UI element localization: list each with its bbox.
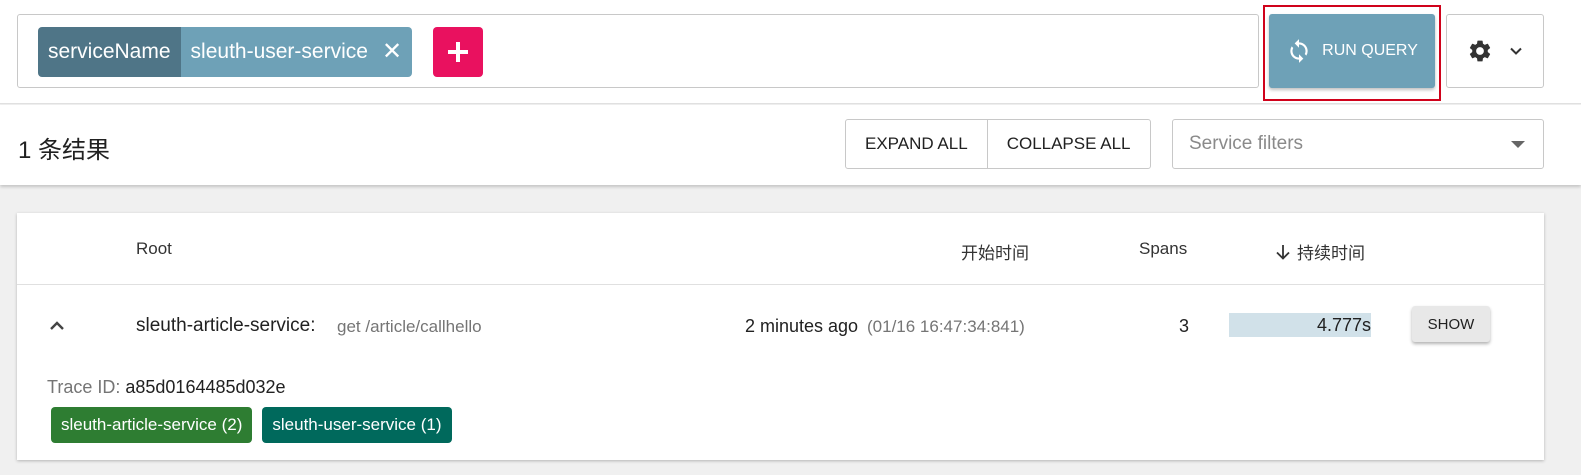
criteria-chip[interactable]: serviceName sleuth-user-service ✕ — [38, 27, 413, 77]
sync-icon — [1290, 39, 1308, 63]
table-row[interactable]: sleuth-article-service: get /article/cal… — [17, 286, 1544, 460]
search-bar: serviceName sleuth-user-service ✕ RUN QU… — [0, 0, 1581, 104]
service-tags: sleuth-article-service (2) sleuth-user-s… — [51, 407, 452, 443]
service-filters-placeholder: Service filters — [1189, 133, 1304, 154]
trace-id-value: a85d0164485d032e — [125, 377, 286, 397]
start-time-relative: 2 minutes ago — [745, 316, 859, 336]
trace-id: Trace ID: a85d0164485d032e — [47, 377, 286, 398]
root-service-name: sleuth-article-service: — [136, 315, 316, 336]
collapse-all-button[interactable]: COLLAPSE ALL — [986, 120, 1150, 168]
header-root[interactable]: Root — [136, 239, 172, 259]
chip-value-wrap[interactable]: sleuth-user-service ✕ — [180, 27, 413, 77]
arrow-down-icon — [1276, 244, 1290, 260]
run-query-label: RUN QUERY — [1322, 42, 1418, 59]
chevron-up-icon[interactable] — [47, 316, 67, 336]
root-operation: get /article/callhello — [337, 317, 482, 336]
plus-icon — [448, 42, 468, 62]
settings-button[interactable] — [1446, 14, 1544, 88]
expand-all-button[interactable]: EXPAND ALL — [846, 120, 987, 168]
query-input-area[interactable]: serviceName sleuth-user-service ✕ — [17, 14, 1259, 88]
service-filters-select[interactable]: Service filters — [1172, 119, 1544, 169]
show-trace-button[interactable]: SHOW — [1412, 306, 1490, 342]
duration-value: 4.777s — [1316, 315, 1371, 335]
expand-collapse-group: EXPAND ALL COLLAPSE ALL — [845, 119, 1151, 169]
chip-key[interactable]: serviceName — [38, 27, 181, 77]
dropdown-arrow-icon — [1511, 141, 1525, 148]
span-count: 3 — [1179, 316, 1190, 336]
run-query-button[interactable]: RUN QUERY — [1269, 14, 1435, 88]
results-count: 1 条结果 — [18, 137, 111, 164]
header-start-time[interactable]: 开始时间 — [961, 239, 1029, 264]
trace-table: Root 开始时间 Spans 持续时间 sleuth-article-serv… — [17, 213, 1544, 460]
trace-id-label: Trace ID: — [47, 377, 121, 397]
gear-icon — [1469, 40, 1491, 62]
service-tag[interactable]: sleuth-article-service (2) — [51, 407, 253, 443]
start-time-absolute: (01/16 16:47:34:841) — [867, 317, 1025, 336]
chevron-down-icon — [1510, 47, 1522, 55]
close-icon[interactable]: ✕ — [382, 40, 402, 64]
service-tag[interactable]: sleuth-user-service (1) — [262, 407, 452, 443]
table-header: Root 开始时间 Spans 持续时间 — [17, 213, 1544, 285]
header-spans[interactable]: Spans — [1139, 239, 1187, 259]
header-duration-label: 持续时间 — [1297, 244, 1365, 263]
add-criteria-button[interactable] — [433, 27, 483, 77]
header-duration[interactable]: 持续时间 — [1275, 239, 1365, 264]
results-bar: 1 条结果 EXPAND ALL COLLAPSE ALL Service fi… — [0, 105, 1581, 185]
chip-value[interactable]: sleuth-user-service — [191, 40, 368, 64]
